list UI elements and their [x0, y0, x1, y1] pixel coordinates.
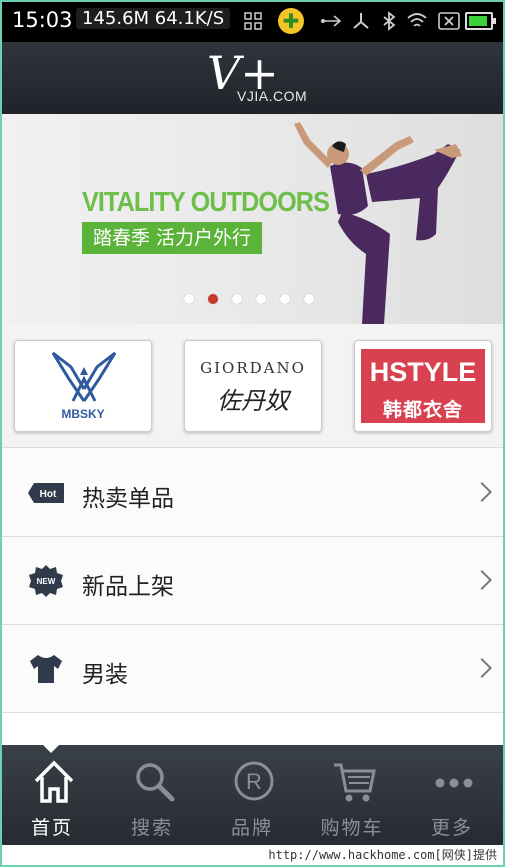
list-item-label: 新品上架 [82, 574, 174, 600]
tab-more[interactable]: 更多 [402, 745, 502, 845]
brand-name: HSTYLE [369, 357, 477, 387]
list-item-hot[interactable]: Hot 热卖单品 [2, 449, 503, 537]
plus-icon: ✚ [278, 8, 304, 34]
tab-brand[interactable]: R 品牌 [202, 745, 302, 845]
brand-row: MBSKY GIORDANO 佐丹奴 HSTYLE 韩都衣舍 [2, 324, 503, 448]
dancer-image [294, 122, 462, 324]
brand-script: 佐丹奴 [217, 387, 289, 415]
list-item-label: 男装 [82, 662, 128, 688]
bluetooth-icon [378, 10, 400, 32]
tab-label: 搜索 [130, 817, 173, 839]
carousel-dot[interactable] [232, 294, 242, 304]
vjia-logo: V+ VJIA.COM [203, 46, 313, 110]
chevron-right-icon [472, 570, 492, 590]
brand-card-mbsky[interactable]: MBSKY [14, 340, 152, 432]
bottom-tab-bar: 首页 搜索 R 品牌 购物车 更多 [2, 744, 503, 845]
hstyle-logo: HSTYLE 韩都衣舍 [361, 349, 485, 423]
list-item-label: 热卖单品 [82, 486, 174, 512]
list-item-new[interactable]: NEW 新品上架 [2, 537, 503, 625]
brand-cn-name: 韩都衣舍 [382, 399, 463, 421]
banner-subline: 踏春季 活力户外行 [82, 222, 262, 254]
tab-label: 更多 [430, 817, 473, 839]
grid-icon [242, 10, 264, 32]
status-bar: 15:03 145.6M 64.1K/S ✚ [2, 2, 503, 42]
brand-card-giordano[interactable]: GIORDANO 佐丹奴 [184, 340, 322, 432]
logo-text: VJIA.COM [237, 88, 308, 104]
carousel-dot[interactable] [304, 294, 314, 304]
tab-label: 首页 [30, 817, 73, 839]
promo-banner[interactable]: VITALITY OUTDOORS 踏春季 活力户外行 [2, 114, 503, 324]
svg-text:R: R [246, 769, 262, 794]
new-badge-text: NEW [37, 577, 56, 586]
category-list: Hot 热卖单品 NEW 新品上架 男装 [2, 449, 503, 745]
carousel-dot[interactable] [256, 294, 266, 304]
tab-search[interactable]: 搜索 [102, 745, 202, 845]
chevron-right-icon [472, 658, 492, 678]
chevron-right-icon [472, 482, 492, 502]
share-icon [350, 10, 372, 32]
battery-icon [465, 12, 496, 30]
wifi-icon [406, 10, 428, 32]
tab-home[interactable]: 首页 [2, 745, 102, 845]
close-box-icon [438, 10, 460, 32]
network-speed: 145.6M 64.1K/S [76, 8, 231, 29]
brand-r-icon: R [234, 761, 274, 801]
hot-badge-text: Hot [40, 489, 57, 500]
carousel-dot[interactable] [280, 294, 290, 304]
carousel-dot-active[interactable] [208, 294, 218, 304]
app-header: V+ VJIA.COM [2, 42, 503, 114]
watermark-text: http://www.hackhome.com[网侠]提供 [2, 845, 503, 865]
new-badge-icon: NEW [29, 565, 63, 597]
home-icon [34, 760, 74, 803]
carousel-dot[interactable] [184, 294, 194, 304]
cart-icon [334, 763, 376, 802]
search-icon [136, 763, 175, 802]
status-time: 15:03 [12, 8, 73, 32]
carousel-dots[interactable] [184, 294, 314, 304]
list-item-menswear[interactable]: 男装 [2, 625, 503, 713]
mbsky-wings-logo [51, 351, 117, 402]
more-icon [435, 778, 473, 788]
usb-icon [320, 10, 342, 32]
brand-name: MBSKY [61, 407, 105, 421]
tshirt-icon [30, 655, 62, 683]
hot-tag-icon: Hot [28, 483, 64, 503]
brand-name: GIORDANO [200, 359, 306, 377]
tab-cart[interactable]: 购物车 [302, 745, 402, 845]
tab-label: 购物车 [320, 817, 384, 839]
brand-card-hstyle[interactable]: HSTYLE 韩都衣舍 [354, 340, 492, 432]
tab-label: 品牌 [230, 817, 273, 839]
